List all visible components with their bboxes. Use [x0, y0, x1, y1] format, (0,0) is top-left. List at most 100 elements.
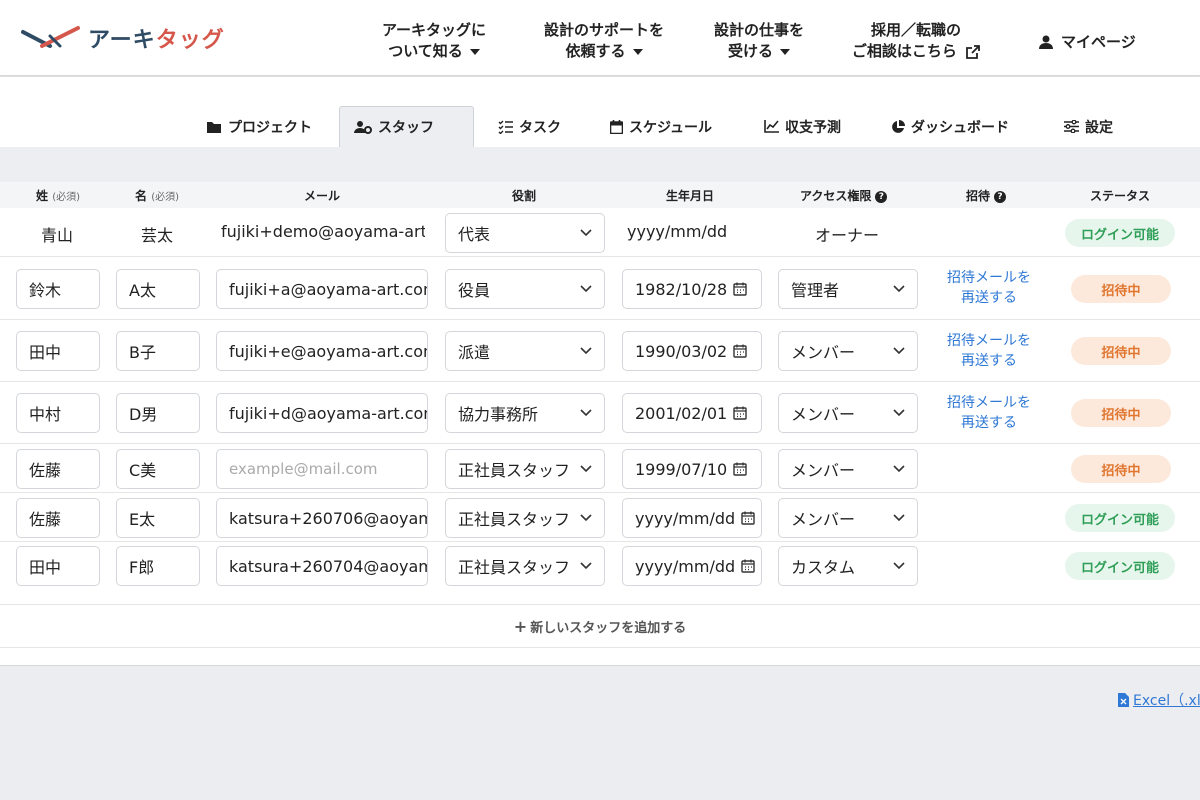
role-select[interactable]: 協力事務所: [445, 393, 605, 433]
first-name-input[interactable]: E太: [116, 498, 200, 538]
nav-recruit-line1: 採用／転職の: [870, 21, 961, 39]
calendar-icon[interactable]: [741, 511, 755, 525]
status-badge: 招待中: [1071, 399, 1171, 427]
last-name-input[interactable]: 田中: [16, 331, 100, 371]
email-input[interactable]: fujiki+d@aoyama-art.com: [216, 393, 428, 433]
calendar-icon[interactable]: [733, 344, 747, 358]
table-row: 田中 F郎 katsura+260704@aoyam 正社員スタッフ yyyy/…: [0, 542, 1200, 604]
calendar-icon[interactable]: [741, 559, 755, 573]
first-name-input[interactable]: A太: [116, 269, 200, 309]
birthday-input[interactable]: yyyy/mm/dd: [622, 546, 762, 586]
role-select[interactable]: 派遣: [445, 331, 605, 371]
access-value: カスタム: [791, 558, 856, 577]
logo-text: アーキタッグ: [88, 28, 225, 53]
email-input[interactable]: fujiki+a@aoyama-art.com: [216, 269, 428, 309]
add-staff-button[interactable]: + 新しいスタッフを追加する: [0, 604, 1200, 648]
logo[interactable]: アーキタッグ: [20, 22, 225, 54]
nav-recruit[interactable]: 採用／転職の ご相談はこちら: [846, 20, 986, 62]
last-name-input[interactable]: 佐藤: [16, 498, 100, 538]
tab-staff[interactable]: スタッフ: [339, 106, 474, 147]
chevron-down-icon: [893, 562, 905, 570]
email-input[interactable]: fujiki+e@aoyama-art.com: [216, 331, 428, 371]
first-name-input[interactable]: D男: [116, 393, 200, 433]
tab-settings-label: 設定: [1085, 119, 1113, 136]
resend-invite-link[interactable]: 招待メールを 再送する: [939, 268, 1039, 308]
tab-task-label: タスク: [519, 119, 561, 136]
col-invite: 招待?: [966, 187, 1007, 204]
status-badge: ログイン可能: [1065, 504, 1175, 532]
status-badge: 招待中: [1071, 455, 1171, 483]
resend-invite-link[interactable]: 招待メールを 再送する: [939, 331, 1039, 371]
role-select[interactable]: 正社員スタッフ: [445, 449, 605, 489]
last-name-input[interactable]: 田中: [16, 546, 100, 586]
tab-settings[interactable]: 設定: [1050, 106, 1127, 147]
email-input[interactable]: example@mail.com: [216, 449, 428, 489]
table-row: 青山 芸太 fujiki+demo@aoyama-art.co 代表 yyyy/…: [0, 208, 1200, 257]
chevron-down-icon: [632, 48, 643, 55]
table-row: 佐藤 E太 katsura+260706@aoyam 正社員スタッフ yyyy/…: [0, 493, 1200, 542]
excel-export-link[interactable]: Excel（.xl: [1118, 690, 1200, 710]
mypage-link[interactable]: マイページ: [1038, 31, 1136, 52]
chevron-down-icon: [580, 285, 592, 293]
col-status: ステータス: [1090, 189, 1151, 203]
pie-chart-icon: [892, 119, 905, 133]
birthday-value: 1999/07/10: [635, 459, 728, 479]
tab-forecast[interactable]: 収支予測: [750, 106, 855, 147]
tab-dashboard[interactable]: ダッシュボード: [877, 106, 1023, 147]
resend-invite-link[interactable]: 招待メールを 再送する: [939, 393, 1039, 433]
tab-task[interactable]: タスク: [484, 106, 575, 147]
access-select[interactable]: 管理者: [778, 269, 918, 309]
email-input[interactable]: katsura+260704@aoyam: [216, 546, 428, 586]
birthday-input[interactable]: 1982/10/28: [622, 269, 762, 309]
role-select[interactable]: 正社員スタッフ: [445, 498, 605, 538]
first-name-input[interactable]: B子: [116, 331, 200, 371]
first-name-input[interactable]: C美: [116, 449, 200, 489]
role-value: 正社員スタッフ: [458, 558, 571, 577]
birthday-input[interactable]: 1990/03/02: [622, 331, 762, 371]
last-name-input[interactable]: 中村: [16, 393, 100, 433]
tab-project[interactable]: プロジェクト: [192, 106, 326, 147]
access-value: メンバー: [791, 405, 856, 424]
tab-schedule[interactable]: スケジュール: [596, 106, 726, 147]
help-icon[interactable]: ?: [875, 190, 888, 203]
chevron-down-icon: [893, 347, 905, 355]
birthday-text: yyyy/mm/dd: [627, 222, 728, 241]
nav-receive-work[interactable]: 設計の仕事を 受ける: [702, 20, 816, 62]
calendar-icon[interactable]: [733, 406, 747, 420]
nav-request-support[interactable]: 設計のサポートを 依頼する: [532, 20, 676, 62]
role-select[interactable]: 役員: [445, 269, 605, 309]
nav-about[interactable]: アーキタッグに ついて知る: [370, 20, 498, 62]
table-row: 佐藤 C美 example@mail.com 正社員スタッフ 1999/07/1…: [0, 444, 1200, 493]
birthday-input[interactable]: yyyy/mm/dd: [622, 498, 762, 538]
excel-link-label: Excel（.xl: [1133, 693, 1200, 709]
excel-file-icon: [1118, 693, 1129, 707]
email-input[interactable]: katsura+260706@aoyam: [216, 498, 428, 538]
calendar-icon[interactable]: [733, 282, 747, 296]
calendar-icon[interactable]: [733, 462, 747, 476]
last-name-input[interactable]: 鈴木: [16, 269, 100, 309]
tab-staff-label: スタッフ: [378, 120, 434, 136]
help-icon[interactable]: ?: [994, 190, 1007, 203]
birthday-input[interactable]: 2001/02/01: [622, 393, 762, 433]
access-select[interactable]: カスタム: [778, 546, 918, 586]
staff-table: 姓 (必須) 名 (必須) メール 役割 生年月日 アクセス権限? 招待? ステ…: [0, 182, 1200, 666]
access-select[interactable]: メンバー: [778, 449, 918, 489]
role-select[interactable]: 正社員スタッフ: [445, 546, 605, 586]
col-birthday: 生年月日: [666, 189, 715, 203]
birthday-value: yyyy/mm/dd: [635, 508, 736, 528]
chevron-down-icon: [580, 514, 592, 522]
access-select[interactable]: メンバー: [778, 498, 918, 538]
access-select[interactable]: メンバー: [778, 331, 918, 371]
status-badge: ログイン可能: [1065, 552, 1175, 580]
list-check-icon: [498, 120, 513, 134]
col-access: アクセス権限?: [800, 187, 888, 204]
role-select[interactable]: 代表: [445, 213, 605, 253]
table-header: 姓 (必須) 名 (必須) メール 役割 生年月日 アクセス権限? 招待? ステ…: [0, 182, 1200, 208]
birthday-input[interactable]: 1999/07/10: [622, 449, 762, 489]
first-name-input[interactable]: F郎: [116, 546, 200, 586]
access-select[interactable]: メンバー: [778, 393, 918, 433]
access-value: メンバー: [791, 343, 856, 362]
nav-receive-line1: 設計の仕事を: [713, 21, 804, 39]
last-name-input[interactable]: 佐藤: [16, 449, 100, 489]
role-value: 派遣: [458, 343, 491, 362]
